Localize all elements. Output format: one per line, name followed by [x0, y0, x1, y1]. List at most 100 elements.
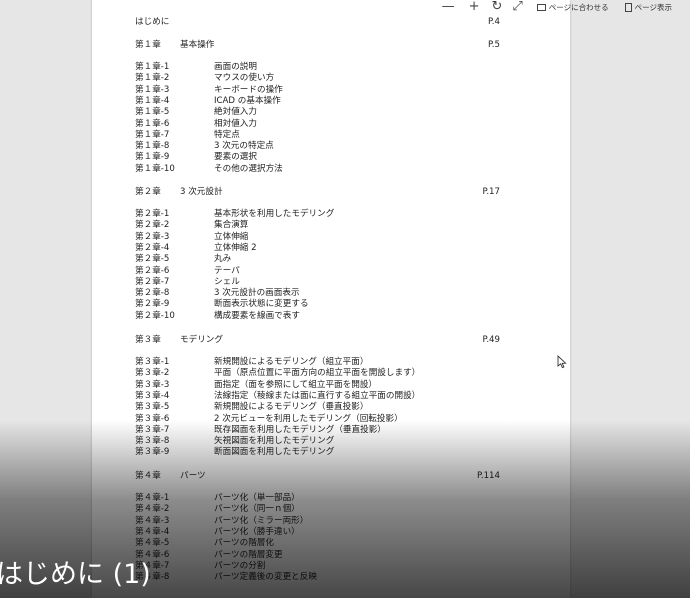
toc-section-number: 第１章-7: [135, 129, 170, 140]
toc-section-title: パーツの階層化: [214, 538, 274, 549]
toc-section-title: 断面図面を利用したモデリング: [214, 447, 335, 458]
toc-section-number: 第１章-6: [135, 118, 170, 129]
fullscreen-button[interactable]: ⤢: [508, 0, 526, 14]
toc-section-number: 第１章-2: [135, 73, 170, 84]
toc-chapter-number: 第４章: [135, 471, 161, 481]
toc-section-number: 第１章-4: [135, 95, 170, 106]
toc-section-title: 相対値入力: [214, 118, 257, 129]
toc-section-number: 第３章-6: [135, 413, 170, 424]
toc-section-number: 第１章-9: [135, 152, 170, 163]
toc-chapter-page: P.5: [487, 40, 500, 50]
mouse-pointer-icon: [557, 355, 567, 369]
document-page: はじめに P.4 第１章 基本操作 P.5 第１章-1 画面の説明 第１章-2 マウスの使い…: [92, 0, 570, 598]
fit-page-label: ページに合わせる: [548, 2, 609, 12]
toc-section-number: 第３章-9: [135, 447, 170, 458]
toc-chapter-title: 3 次元設計: [180, 187, 223, 197]
toc-section-row: 第４章-2 パーツ化（同一ｎ個）: [92, 504, 570, 515]
toc-chapter-row: 第２章 3 次元設計 P.17: [92, 187, 570, 198]
toc-section-number: 第４章-2: [135, 504, 170, 515]
zoom-in-button[interactable]: +: [465, 0, 484, 14]
toc-section-row: 第１章-5 絶対値入力: [92, 107, 570, 118]
toc-section-title: パーツ化（ミラー両形）: [214, 515, 309, 526]
toc-section-number: 第４章-3: [135, 515, 170, 526]
toc-section-title: パーツの分割: [214, 560, 266, 571]
expand-icon: ⤢: [512, 0, 523, 14]
toc-intro-title: はじめに: [135, 17, 170, 27]
toc-section-title: 基本形状を利用したモデリング: [214, 209, 335, 219]
toc-section-row: 第１章-6 相対値入力: [92, 119, 570, 130]
toc-chapter-number: 第１章: [135, 40, 161, 50]
toc-chapter-title: モデリング: [180, 335, 223, 345]
toc-section-row: 第２章-10 構成要素を線画で表す: [92, 311, 570, 322]
toc-section-row: 第１章-2 マウスの使い方: [92, 73, 570, 84]
page-view-label: ページ表示: [634, 2, 672, 12]
toc-section-row: 第２章-7 シェル: [92, 277, 570, 288]
toc-section-number: 第２章-6: [135, 265, 170, 276]
toc-section-title: 断面表示状態に変更する: [214, 299, 309, 310]
toc-section-number: 第２章-2: [135, 220, 170, 231]
fit-page-button[interactable]: ページに合わせる: [533, 0, 613, 14]
toc-intro-row: はじめに P.4: [92, 17, 570, 28]
toc-section-row: 第３章-8 矢視図面を利用したモデリング: [92, 436, 570, 447]
toc-section-title: 絶対値入力: [214, 107, 257, 118]
page-view-icon: [624, 2, 632, 12]
toc-section-row: 第２章-2 集合演算: [92, 220, 570, 231]
toc-section-number: 第３章-8: [135, 436, 170, 447]
toc-chapter-page: P.17: [482, 187, 500, 197]
toc-section-number: 第３章-5: [135, 402, 170, 413]
toc-section-row: 第４章-1 パーツ化（単一部品）: [92, 493, 570, 504]
toc-section-number: 第２章-9: [135, 299, 170, 310]
toc-section-row: 第３章-3 面指定（面を参照にして組立平面を開設）: [92, 380, 570, 391]
toc-section-number: 第１章-10: [135, 163, 175, 174]
rotate-button[interactable]: ↻: [487, 0, 506, 14]
pdf-toolbar: — + ↻ ⤢ ページに合わせる ページ表示: [0, 0, 690, 14]
toc-section-row: 第４章-8 パーツ定義後の変更と反映: [92, 572, 570, 583]
toc-section-title: シェル: [214, 276, 240, 287]
toc-section-number: 第１章-3: [135, 84, 170, 95]
toc-section-title: 2 次元ビューを利用したモデリング（回転投影）: [214, 413, 403, 424]
toc-section-row: 第４章-6 パーツの階層変更: [92, 550, 570, 561]
toc-section-number: 第１章-5: [135, 107, 170, 118]
toc-section-row: 第１章-10 その他の選択方法: [92, 164, 570, 175]
toc-section-title: 構成要素を線画で表す: [214, 310, 300, 321]
toc-section-title: パーツの階層変更: [214, 549, 283, 560]
toc-section-number: 第２章-5: [135, 254, 170, 265]
toc-chapter-page: P.114: [477, 471, 500, 481]
toc-section-row: 第３章-7 既存図面を利用したモデリング（垂直投影）: [92, 425, 570, 436]
toc-section-title: その他の選択方法: [214, 163, 283, 174]
toc-section-row: 第３章-2 平面（原点位置に平面方向の組立平面を開設します）: [92, 368, 570, 379]
toc-section-title: マウスの使い方: [214, 73, 275, 84]
minus-icon: —: [441, 0, 455, 14]
toc-section-title: 要素の選択: [214, 152, 257, 163]
video-caption: はじめに (1): [0, 559, 151, 590]
toc-section-title: 新規開設によるモデリング（垂直投影）: [214, 402, 369, 413]
toc-section-number: 第３章-1: [135, 357, 170, 367]
toc-section-title: パーツ化（勝手違い）: [214, 526, 300, 537]
toc-chapter-row: 第１章 基本操作 P.5: [92, 40, 570, 51]
toc-section-row: 第４章-5 パーツの階層化: [92, 538, 570, 549]
toc-section-number: 第４章-1: [135, 493, 170, 503]
toc-section-title: パーツ化（同一ｎ個）: [214, 504, 300, 515]
toc-section-title: 立体伸縮 2: [214, 242, 257, 253]
toc-section-row: 第４章-3 パーツ化（ミラー両形）: [92, 516, 570, 527]
toc-chapter-number: 第２章: [135, 187, 161, 197]
toc-intro-page: P.4: [487, 17, 500, 27]
page-view-button[interactable]: ページ表示: [621, 0, 676, 14]
toc-section-row: 第２章-8 3 次元設計の画面表示: [92, 288, 570, 299]
toc-section-number: 第２章-7: [135, 276, 170, 287]
zoom-out-button[interactable]: —: [438, 0, 459, 14]
toc-section-number: 第２章-4: [135, 242, 170, 253]
toc-section-title: 矢視図面を利用したモデリング: [214, 436, 335, 447]
toc-section-row: 第２章-9 断面表示状態に変更する: [92, 299, 570, 310]
toc-section-title: 特定点: [214, 129, 240, 140]
toc-section-title: 平面（原点位置に平面方向の組立平面を開設します）: [214, 368, 421, 379]
toc-section-row: 第３章-5 新規開設によるモデリング（垂直投影）: [92, 402, 570, 413]
toc-section-number: 第１章-1: [135, 62, 170, 72]
toc-section-number: 第２章-1: [135, 209, 170, 219]
toc-section-row: 第２章-6 テーパ: [92, 266, 570, 277]
toc-section-title: 丸み: [214, 254, 232, 265]
toc-section-number: 第３章-3: [135, 379, 170, 390]
toc-section-title: パーツ化（単一部品）: [214, 493, 300, 503]
fit-page-icon: [536, 3, 546, 11]
toc-section-row: 第３章-9 断面図面を利用したモデリング: [92, 447, 570, 458]
